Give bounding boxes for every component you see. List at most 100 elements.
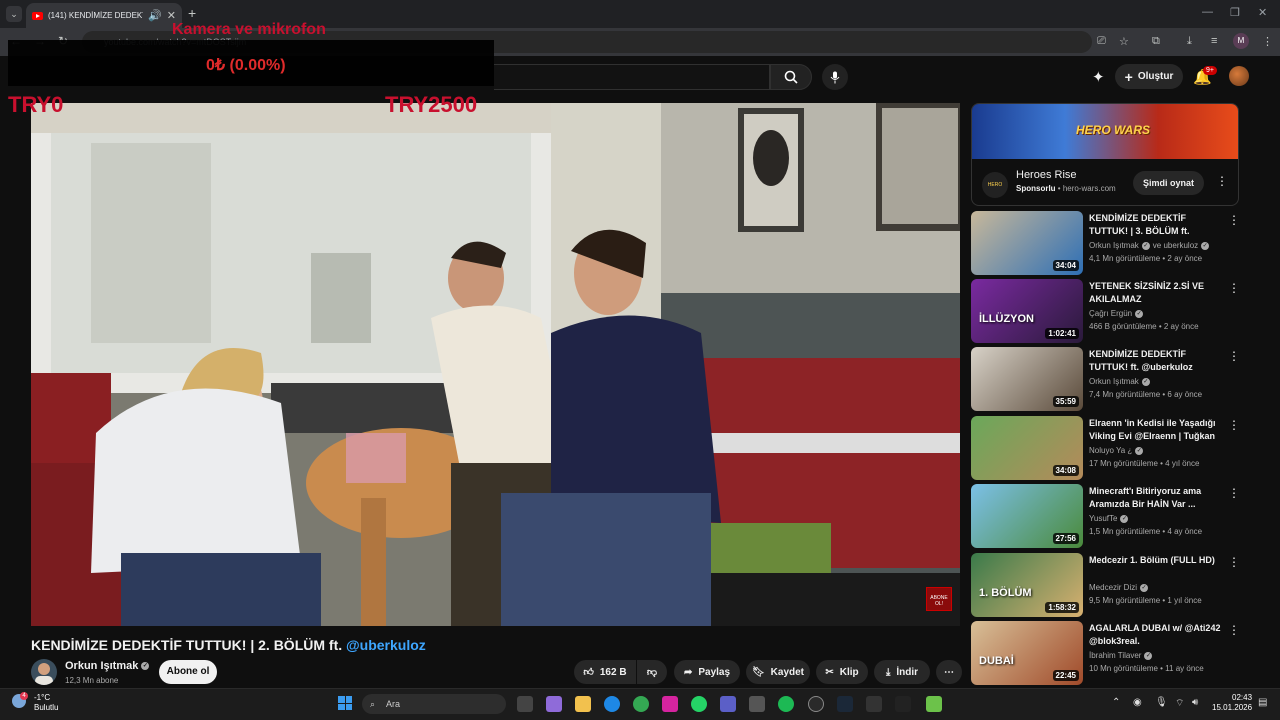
- video-thumbnail[interactable]: 27:56: [971, 484, 1083, 548]
- recommended-video-title[interactable]: YETENEK SİZSİNİZ 2.Sİ VE AKILALMAZ SİHİR…: [1089, 280, 1224, 306]
- like-button[interactable]: 👍︎ 162 B: [574, 660, 636, 684]
- edge-icon[interactable]: [604, 696, 620, 712]
- maximize-icon[interactable]: ❐: [1230, 6, 1240, 19]
- ad-more-icon[interactable]: ⋮: [1216, 174, 1228, 188]
- download-button[interactable]: ⤓ İndir: [874, 660, 930, 684]
- tray-overflow-icon[interactable]: ⌃: [1112, 697, 1120, 708]
- extensions-icon[interactable]: ⧉: [1152, 35, 1160, 48]
- wifi-icon[interactable]: ⌔: [1175, 697, 1184, 710]
- browser-menu-icon[interactable]: ⋮: [1262, 35, 1273, 48]
- store-icon[interactable]: [749, 696, 765, 712]
- video-thumbnail[interactable]: 34:04: [971, 211, 1083, 275]
- more-icon[interactable]: ⋮: [1228, 213, 1240, 227]
- recommended-channel[interactable]: Medcezir Dizi ✓: [1089, 583, 1149, 592]
- recommended-video-title[interactable]: KENDİMİZE DEDEKTİF TUTTUK! | 3. BÖLÜM ft…: [1089, 212, 1224, 238]
- recommended-video-title[interactable]: Medcezir 1. Bölüm (FULL HD): [1089, 554, 1224, 567]
- recommended-video[interactable]: 34:04 KENDİMİZE DEDEKTİF TUTTUK! | 3. BÖL…: [971, 211, 1240, 275]
- steam-icon[interactable]: [837, 696, 853, 712]
- more-icon[interactable]: ⋮: [1228, 281, 1240, 295]
- minimize-icon[interactable]: —: [1202, 6, 1213, 18]
- create-button[interactable]: + Oluştur: [1115, 64, 1183, 89]
- ad-banner[interactable]: HERO WARS: [972, 104, 1238, 159]
- tray-app-icon[interactable]: ◉: [1133, 697, 1142, 708]
- recommended-channel-collab: ve uberkuloz: [1152, 241, 1199, 250]
- channel-avatar[interactable]: [31, 659, 57, 685]
- voice-search-button[interactable]: [822, 64, 848, 90]
- teams-icon[interactable]: [720, 696, 736, 712]
- sponsored-ad[interactable]: HERO WARS HERO WARS Heroes Rise Sponsorl…: [971, 103, 1239, 206]
- more-icon[interactable]: ⋮: [1228, 486, 1240, 500]
- speaker-icon[interactable]: 🔊: [148, 9, 162, 22]
- share-button[interactable]: ➦ Paylaş: [674, 660, 740, 684]
- recommended-channel[interactable]: YusufTe ✓: [1089, 514, 1129, 523]
- volume-icon[interactable]: 🔊︎: [1192, 697, 1198, 708]
- bookmark-star-icon[interactable]: ☆: [1119, 35, 1129, 48]
- verified-icon: ✓: [1140, 583, 1149, 592]
- chrome-icon[interactable]: [633, 696, 649, 712]
- video-thumbnail[interactable]: DUBAİ 22:45: [971, 621, 1083, 685]
- video-thumbnail[interactable]: 34:08: [971, 416, 1083, 480]
- window-close-icon[interactable]: ✕: [1258, 6, 1267, 19]
- capcut-icon[interactable]: [895, 696, 911, 712]
- recommended-channel[interactable]: Orkun Işıtmak ✓: [1089, 377, 1150, 386]
- recommended-video-title[interactable]: AGALARLA DUBAI w/ @Ati242 @blok3real.: [1089, 622, 1224, 648]
- more-icon[interactable]: ⋮: [1228, 623, 1240, 637]
- recommended-video[interactable]: İLLÜZYON 1:02:41 YETENEK SİZSİNİZ 2.Sİ VE …: [971, 279, 1240, 343]
- profile-avatar[interactable]: M: [1233, 33, 1249, 49]
- search-button[interactable]: [770, 64, 812, 90]
- copilot-icon[interactable]: [546, 696, 562, 712]
- recommended-video-title[interactable]: KENDİMİZE DEDEKTİF TUTTUK! ft. @uberkulo…: [1089, 348, 1224, 374]
- tray-mic-icon[interactable]: 🎙︎: [1155, 697, 1168, 708]
- dislike-button[interactable]: 👎︎: [637, 660, 667, 684]
- video-player[interactable]: ABONE OL!: [31, 103, 960, 626]
- recommended-channel[interactable]: İbrahim Tilaver ✓: [1089, 651, 1153, 660]
- instagram-icon[interactable]: [662, 696, 678, 712]
- start-button[interactable]: [338, 696, 352, 710]
- recommended-video[interactable]: 34:08 Elraenn 'in Kedisi ile Yaşadığı Vik…: [971, 416, 1240, 480]
- tab-search-icon[interactable]: ⌄: [6, 6, 22, 22]
- subscribe-watermark[interactable]: ABONE OL!: [926, 587, 952, 611]
- video-title-mention[interactable]: @uberkuloz: [346, 637, 426, 653]
- media-control-icon[interactable]: ≡: [1211, 35, 1217, 47]
- epic-games-icon[interactable]: [866, 696, 882, 712]
- subscribe-button[interactable]: Abone ol: [159, 660, 217, 684]
- sparkle-icon[interactable]: ✦: [1092, 68, 1105, 86]
- cast-icon[interactable]: ⎚: [1097, 35, 1106, 48]
- recommended-video-title[interactable]: Minecraft'ı Bitiriyoruz ama Aramızda Bir…: [1089, 485, 1224, 511]
- recommended-video[interactable]: 27:56 Minecraft'ı Bitiriyoruz ama Aramızd…: [971, 484, 1240, 548]
- save-button[interactable]: 🔖︎ Kaydet: [746, 660, 810, 684]
- browser-tab-youtube[interactable]: (141) KENDİMİZE DEDEKTİF 🔊 ✕: [26, 3, 182, 28]
- video-duration: 1:58:32: [1045, 602, 1079, 613]
- recommended-channel[interactable]: Noluyo Ya ¿ ✓: [1089, 446, 1144, 455]
- spotify-icon[interactable]: [778, 696, 794, 712]
- file-explorer-icon[interactable]: [575, 696, 591, 712]
- recommended-channel[interactable]: Çağrı Ergün ✓: [1089, 309, 1144, 318]
- task-view-icon[interactable]: [517, 696, 533, 712]
- more-actions-button[interactable]: ⋯: [936, 660, 962, 684]
- recommended-video[interactable]: 35:59 KENDİMİZE DEDEKTİF TUTTUK! ft. @ube…: [971, 347, 1240, 411]
- video-thumbnail[interactable]: 35:59: [971, 347, 1083, 411]
- ad-cta-button[interactable]: Şimdi oynat: [1133, 171, 1204, 195]
- video-thumbnail[interactable]: 1. BÖLÜM 1:58:32: [971, 553, 1083, 617]
- system-clock[interactable]: 02:43 15.01.2026: [1212, 693, 1252, 713]
- recommended-channel[interactable]: Orkun Işıtmak ✓ ve uberkuloz ✓: [1089, 241, 1210, 250]
- youtube-search-input[interactable]: [494, 64, 770, 90]
- account-avatar[interactable]: [1229, 66, 1249, 86]
- app-icon[interactable]: [808, 696, 824, 712]
- channel-name[interactable]: Orkun Işıtmak ✓: [65, 660, 150, 672]
- recommended-video[interactable]: 1. BÖLÜM 1:58:32 Medcezir 1. Bölüm (FULL H…: [971, 553, 1240, 617]
- taskbar-search[interactable]: ⌕ Ara: [362, 694, 506, 714]
- notification-center-icon[interactable]: ▤: [1258, 697, 1267, 708]
- clip-button[interactable]: ✂ Klip: [816, 660, 868, 684]
- recommended-video[interactable]: DUBAİ 22:45 AGALARLA DUBAI w/ @Ati242 @blo…: [971, 621, 1240, 685]
- weather-widget[interactable]: -1°C Bulutlu: [34, 693, 58, 713]
- whatsapp-icon[interactable]: [691, 696, 707, 712]
- video-thumbnail[interactable]: İLLÜZYON 1:02:41: [971, 279, 1083, 343]
- android-studio-icon[interactable]: [926, 696, 942, 712]
- more-icon[interactable]: ⋮: [1228, 555, 1240, 569]
- more-icon[interactable]: ⋮: [1228, 418, 1240, 432]
- recommended-video-title[interactable]: Elraenn 'in Kedisi ile Yaşadığı Viking E…: [1089, 417, 1224, 443]
- more-icon[interactable]: ⋮: [1228, 349, 1240, 363]
- downloads-icon[interactable]: ⤓: [1187, 35, 1192, 48]
- new-tab-button[interactable]: +: [188, 5, 196, 21]
